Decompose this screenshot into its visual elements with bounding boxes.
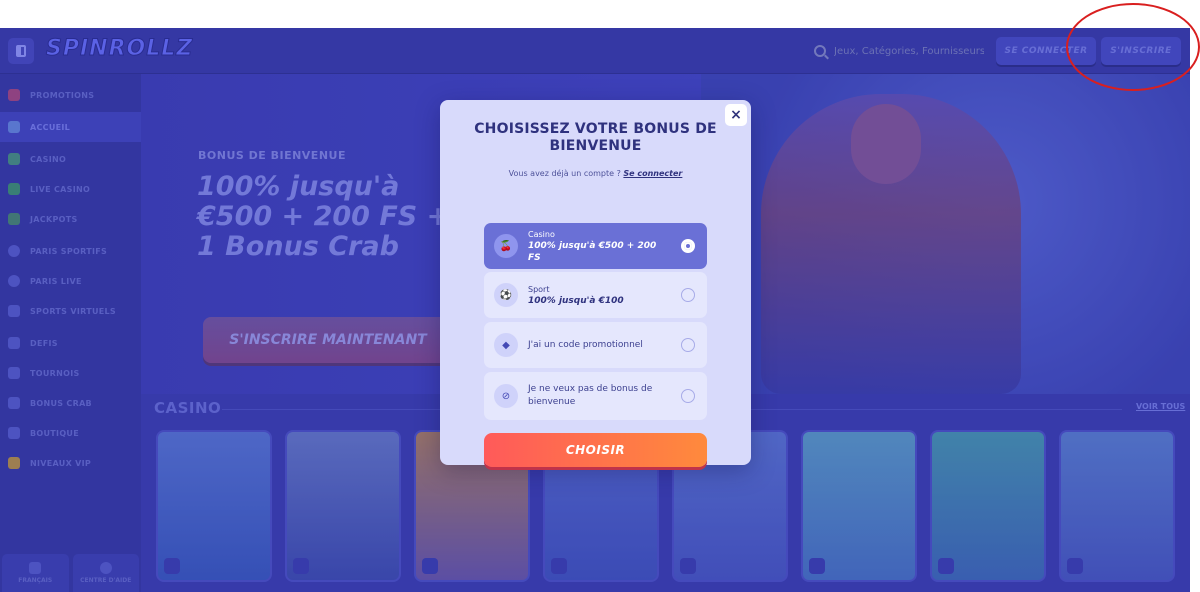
choose-button[interactable]: CHOISIR (484, 433, 707, 467)
option-label: Sport (528, 284, 550, 294)
no-icon: ⊘ (494, 384, 518, 408)
radio-button[interactable] (681, 239, 695, 253)
modal-title: CHOISISSEZ VOTRE BONUS DE BIENVENUE (474, 121, 717, 154)
modal-subtitle-text: Vous avez déjà un compte ? (508, 169, 621, 178)
annotation-circle (1066, 3, 1200, 91)
option-label: Casino (528, 229, 555, 239)
login-link[interactable]: Se connecter (623, 169, 682, 178)
bonus-option-casino[interactable]: 🍒 Casino 100% jusqu'à €500 + 200 FS (484, 223, 707, 269)
ticket-icon: ◆ (494, 333, 518, 357)
bonus-option-promo-code[interactable]: ◆ J'ai un code promotionnel (484, 322, 707, 368)
option-label: Je ne veux pas de bonus de bienvenue (528, 384, 653, 407)
modal-subtitle: Vous avez déjà un compte ? Se connecter (440, 169, 751, 178)
bonus-option-sport[interactable]: ⚽ Sport 100% jusqu'à €100 (484, 272, 707, 318)
radio-button[interactable] (681, 338, 695, 352)
welcome-bonus-modal: × CHOISISSEZ VOTRE BONUS DE BIENVENUE Vo… (440, 100, 751, 467)
radio-button[interactable] (681, 389, 695, 403)
option-label: J'ai un code promotionnel (528, 339, 643, 350)
radio-button[interactable] (681, 288, 695, 302)
bonus-option-no-bonus[interactable]: ⊘ Je ne veux pas de bonus de bienvenue (484, 372, 707, 420)
cherry-icon: 🍒 (494, 234, 518, 258)
option-description: 100% jusqu'à €500 + 200 FS (528, 240, 657, 263)
soccer-ball-icon: ⚽ (494, 283, 518, 307)
option-description: 100% jusqu'à €100 (528, 295, 624, 306)
